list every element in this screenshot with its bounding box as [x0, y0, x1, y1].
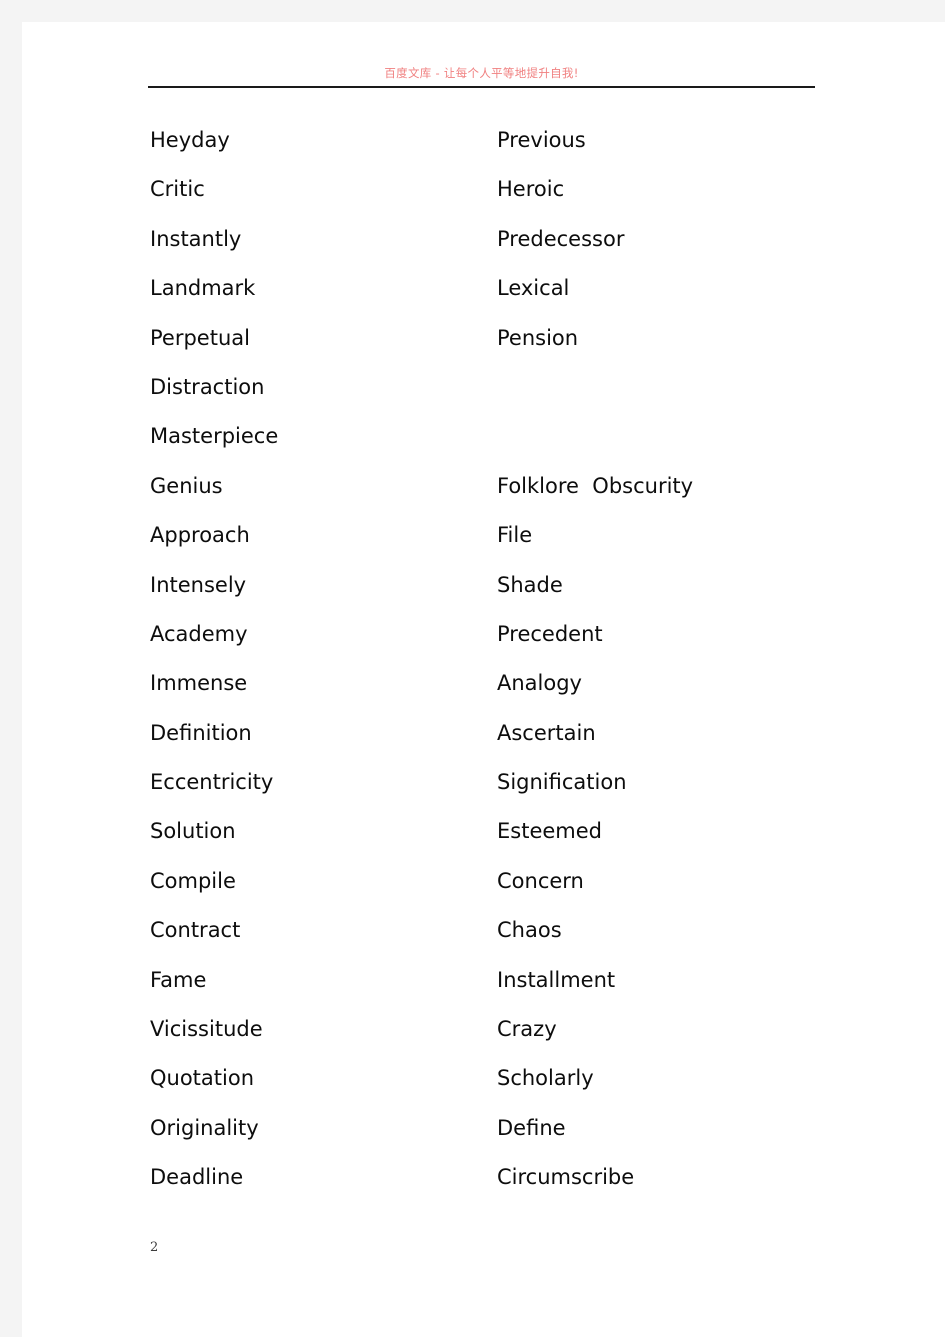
word-entry-left: Vicissitude: [150, 1017, 263, 1042]
word-entry-right: Folklore Obscurity: [497, 473, 694, 498]
word-entry-left: Solution: [150, 819, 236, 844]
word-entry-left: Academy: [150, 621, 248, 646]
vocabulary-word-list: Heyday Previous Critic Heroic Instantly Prede…: [148, 126, 838, 1213]
word-row: Eccentricity Signification: [148, 768, 838, 817]
word-row: Academy Precedent: [148, 620, 838, 669]
word-row: Fame Installment: [148, 966, 838, 1015]
word-entry-left: Instantly: [150, 226, 242, 251]
word-entry-left: Definition: [150, 720, 252, 745]
word-row: Critic Heroic: [148, 175, 838, 224]
word-entry-right: Predecessor: [497, 226, 625, 251]
word-row: Landmark Lexical: [148, 274, 838, 323]
word-entry-left: Originality: [150, 1115, 259, 1140]
word-entry-right: Analogy: [497, 671, 582, 696]
word-entry-right: Chaos: [497, 918, 562, 943]
document-header: 百度文库 - 让每个人平等地提升自我!: [148, 66, 815, 88]
word-row: Genius Folklore Obscurity: [148, 472, 838, 521]
word-row: Perpetual Pension: [148, 324, 838, 373]
page-number: 2: [150, 1240, 159, 1255]
word-entry-left: Approach: [150, 523, 250, 548]
word-entry-right: Crazy: [497, 1017, 557, 1042]
word-row: Distraction: [148, 373, 838, 422]
word-entry-left: Critic: [150, 177, 205, 202]
word-row: Quotation Scholarly: [148, 1064, 838, 1113]
word-entry-right: Previous: [497, 128, 586, 152]
word-row: Approach File: [148, 521, 838, 570]
word-entry-right: Installment: [497, 967, 616, 992]
word-row: Contract Chaos: [148, 916, 838, 965]
word-entry-right: Lexical: [497, 276, 570, 301]
word-entry-left: Contract: [150, 918, 241, 943]
word-row: Solution Esteemed: [148, 817, 838, 866]
word-row: Vicissitude Crazy: [148, 1015, 838, 1064]
word-entry-right: Ascertain: [497, 720, 596, 745]
word-entry-right: Circumscribe: [497, 1165, 635, 1190]
word-entry-left: Distraction: [150, 374, 265, 399]
word-row: Originality Define: [148, 1114, 838, 1163]
word-row: Instantly Predecessor: [148, 225, 838, 274]
header-divider: [148, 86, 815, 88]
word-entry-right: Define: [497, 1115, 566, 1140]
document-page: 百度文库 - 让每个人平等地提升自我! Heyday Previous Critic…: [22, 22, 945, 1337]
word-entry-left: Deadline: [150, 1165, 244, 1190]
word-entry-left: Eccentricity: [150, 770, 274, 795]
word-entry-left: Genius: [150, 473, 223, 498]
word-row: Compile Concern: [148, 867, 838, 916]
word-entry-right: Shade: [497, 572, 563, 597]
word-entry-left: Landmark: [150, 276, 256, 301]
word-entry-left: Heyday: [150, 128, 230, 152]
word-entry-right: Heroic: [497, 177, 565, 202]
word-entry-left: Intensely: [150, 572, 247, 597]
word-row: Masterpiece: [148, 422, 838, 471]
word-entry-right: Signification: [497, 770, 627, 795]
word-entry-left: Masterpiece: [150, 424, 279, 449]
word-entry-right: Scholarly: [497, 1066, 594, 1091]
word-entry-left: Quotation: [150, 1066, 255, 1091]
word-entry-right: Precedent: [497, 621, 603, 646]
word-row: Heyday Previous: [148, 126, 838, 175]
baidu-wenku-watermark: 百度文库 - 让每个人平等地提升自我!: [384, 66, 579, 80]
word-entry-right: File: [497, 523, 533, 548]
word-entry-right: Pension: [497, 325, 579, 350]
word-entry-right: Esteemed: [497, 819, 602, 844]
word-entry-right: Concern: [497, 868, 584, 893]
word-entry-left: Perpetual: [150, 325, 250, 350]
word-entry-left: Fame: [150, 967, 207, 992]
word-entry-left: Compile: [150, 868, 236, 893]
word-entry-left: Immense: [150, 671, 248, 696]
word-row: Deadline Circumscribe: [148, 1163, 838, 1212]
word-row: Definition Ascertain: [148, 719, 838, 768]
word-row: Intensely Shade: [148, 571, 838, 620]
word-row: Immense Analogy: [148, 669, 838, 718]
